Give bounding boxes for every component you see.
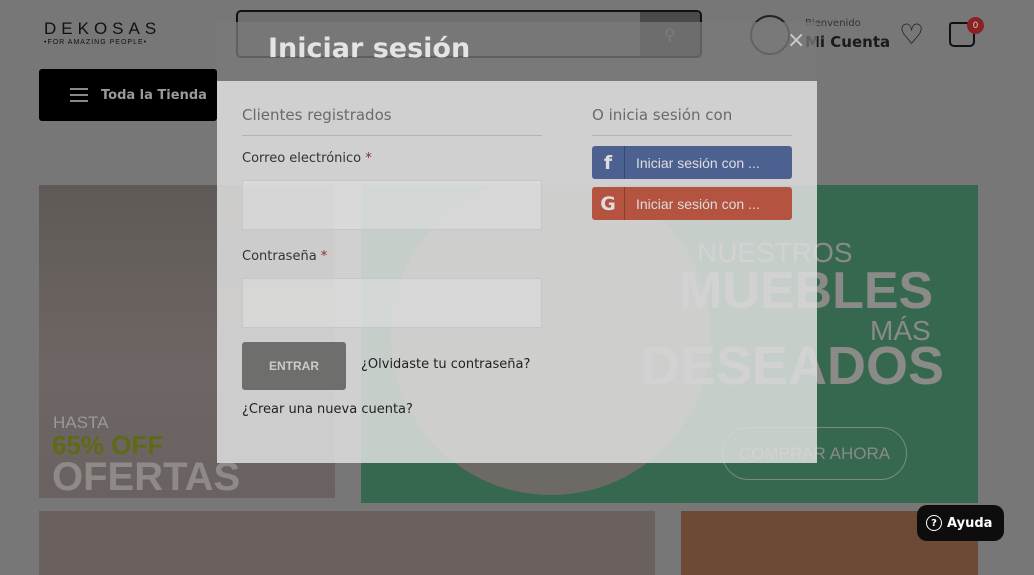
modal-title: Iniciar sesión xyxy=(268,33,471,64)
create-account-link[interactable]: ¿Crear una nueva cuenta? xyxy=(242,402,413,417)
my-account-link[interactable]: Mi Cuenta xyxy=(805,33,890,51)
google-icon: G xyxy=(592,187,625,220)
password-label: Contraseña * xyxy=(242,249,328,264)
facebook-icon: f xyxy=(592,146,625,179)
login-button[interactable]: ENTRAR xyxy=(242,342,346,390)
wishlist-heart-icon[interactable]: ♡ xyxy=(899,18,924,51)
logo-tagline: •FOR AMAZING PEOPLE• xyxy=(44,39,148,46)
google-login-button[interactable]: G Iniciar sesión con ... xyxy=(592,187,792,220)
social-heading: O inicia sesión con xyxy=(592,106,733,124)
registered-heading: Clientes registrados xyxy=(242,106,392,124)
password-field[interactable] xyxy=(242,278,542,328)
menu-label: Toda la Tienda xyxy=(101,87,207,103)
office-banner[interactable] xyxy=(39,511,655,575)
forgot-password-link[interactable]: ¿Olvidaste tu contraseña? xyxy=(361,357,530,372)
hamburger-icon xyxy=(70,88,88,102)
question-icon: ? xyxy=(926,515,942,531)
facebook-login-button[interactable]: f Iniciar sesión con ... xyxy=(592,146,792,179)
banner-ofertas: OFERTAS xyxy=(52,455,241,499)
cart-count-badge: 0 xyxy=(967,17,984,34)
logo[interactable]: DEKOSAS xyxy=(44,19,161,39)
divider xyxy=(592,135,792,136)
email-field[interactable] xyxy=(242,180,542,230)
close-icon[interactable]: × xyxy=(787,28,805,53)
divider xyxy=(242,135,542,136)
help-button[interactable]: ? Ayuda xyxy=(917,505,1004,541)
email-label: Correo electrónico * xyxy=(242,151,372,166)
all-store-menu-button[interactable]: Toda la Tienda xyxy=(39,69,217,121)
